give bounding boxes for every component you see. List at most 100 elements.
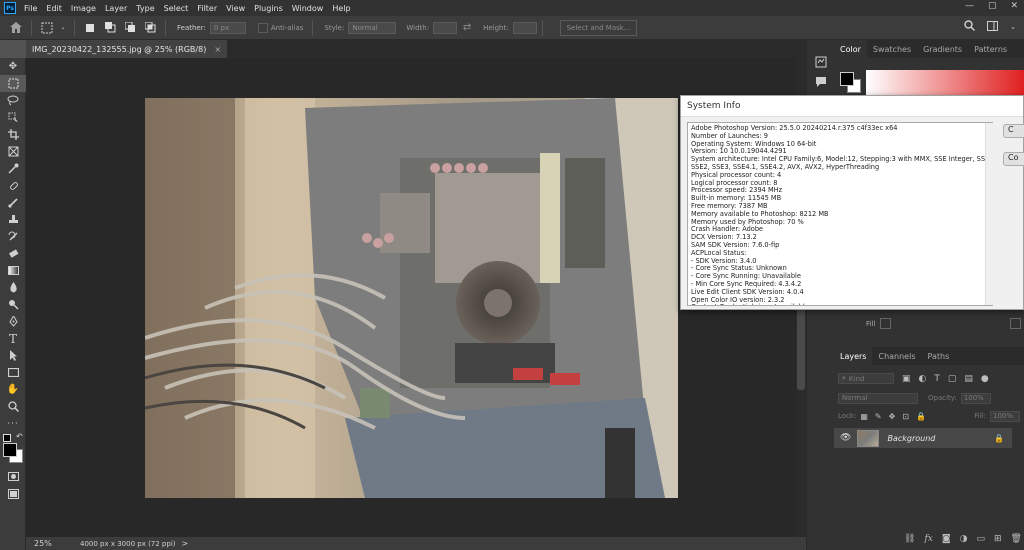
- properties-stroke-swatch[interactable]: [1010, 318, 1021, 329]
- lock-artboard-icon[interactable]: ⊡: [902, 412, 909, 421]
- workspace-icon[interactable]: [987, 20, 999, 34]
- move-tool-icon[interactable]: ✥: [0, 58, 26, 75]
- adjustment-layer-icon[interactable]: ◑: [960, 534, 968, 544]
- marquee-tool-icon[interactable]: [0, 75, 26, 92]
- home-icon[interactable]: [8, 20, 24, 36]
- tab-gradients[interactable]: Gradients: [917, 40, 968, 58]
- marquee-preset-icon[interactable]: [39, 20, 55, 36]
- tab-channels[interactable]: Channels: [872, 347, 921, 365]
- default-colors-icon[interactable]: [3, 434, 11, 442]
- tab-layers[interactable]: Layers: [834, 347, 873, 365]
- swap-icon[interactable]: ⇄: [459, 20, 475, 36]
- link-layers-icon[interactable]: ⛓: [904, 534, 915, 544]
- feather-input[interactable]: 0 px: [209, 21, 246, 34]
- filter-toggle-icon[interactable]: ●: [981, 374, 989, 384]
- quick-mask-icon[interactable]: [0, 468, 26, 485]
- chevron-down-icon[interactable]: ⌄: [59, 20, 67, 36]
- menu-edit[interactable]: Edit: [46, 4, 62, 13]
- chevron-down-icon[interactable]: ⌄: [1010, 23, 1016, 31]
- intersect-selection-icon[interactable]: [142, 20, 158, 36]
- layer-name[interactable]: Background: [887, 434, 935, 443]
- screen-mode-icon[interactable]: [0, 485, 26, 502]
- tab-swatches[interactable]: Swatches: [867, 40, 917, 58]
- close-icon[interactable]: ✕: [1010, 1, 1018, 11]
- rectangle-tool-icon[interactable]: [0, 364, 26, 381]
- blend-mode-select[interactable]: Normal: [838, 392, 918, 404]
- menu-layer[interactable]: Layer: [105, 4, 127, 13]
- color-panel-swatch-fg[interactable]: [840, 72, 854, 86]
- gradient-tool-icon[interactable]: [0, 262, 26, 279]
- add-selection-icon[interactable]: [102, 20, 118, 36]
- clone-stamp-tool-icon[interactable]: [0, 211, 26, 228]
- select-and-mask-button[interactable]: Select and Mask...: [559, 19, 638, 36]
- system-info-scrollbar[interactable]: [985, 123, 993, 305]
- menu-filter[interactable]: Filter: [197, 4, 217, 13]
- comments-panel-icon[interactable]: [815, 76, 827, 90]
- menu-type[interactable]: Type: [136, 4, 154, 13]
- maximize-icon[interactable]: ▢: [988, 1, 997, 11]
- shape-filter-icon[interactable]: ▢: [948, 374, 957, 384]
- opacity-input[interactable]: 100%: [960, 392, 991, 404]
- lock-transparent-icon[interactable]: ▦: [860, 412, 868, 421]
- history-panel-icon[interactable]: [815, 56, 827, 70]
- document-image[interactable]: [145, 98, 678, 498]
- add-mask-icon[interactable]: ◙: [942, 534, 951, 544]
- lock-pixels-icon[interactable]: ✎: [875, 412, 882, 421]
- adjustment-filter-icon[interactable]: ◐: [919, 374, 927, 384]
- menu-window[interactable]: Window: [292, 4, 324, 13]
- frame-tool-icon[interactable]: [0, 143, 26, 160]
- delete-layer-icon[interactable]: 🗑: [1011, 534, 1022, 544]
- brush-tool-icon[interactable]: [0, 194, 26, 211]
- menu-select[interactable]: Select: [164, 4, 189, 13]
- lasso-tool-icon[interactable]: [0, 92, 26, 109]
- search-icon[interactable]: [964, 20, 976, 34]
- fill-input[interactable]: 100%: [990, 410, 1020, 422]
- menu-plugins[interactable]: Plugins: [254, 4, 283, 13]
- width-input[interactable]: [433, 21, 458, 34]
- new-layer-icon[interactable]: ⊞: [994, 534, 1002, 544]
- eyedropper-tool-icon[interactable]: [0, 160, 26, 177]
- anti-alias-checkbox[interactable]: [257, 22, 268, 33]
- subtract-selection-icon[interactable]: [122, 20, 138, 36]
- object-selection-tool-icon[interactable]: [0, 109, 26, 126]
- blur-tool-icon[interactable]: [0, 279, 26, 296]
- eraser-tool-icon[interactable]: [0, 245, 26, 262]
- foreground-color-swatch[interactable]: [3, 443, 17, 457]
- healing-brush-tool-icon[interactable]: [0, 177, 26, 194]
- layer-kind-select[interactable]: ⌕ Kind: [838, 373, 894, 384]
- menu-image[interactable]: Image: [71, 4, 96, 13]
- smart-object-filter-icon[interactable]: ▤: [964, 374, 973, 384]
- type-filter-icon[interactable]: T: [934, 374, 940, 384]
- close-tab-icon[interactable]: ×: [214, 45, 221, 54]
- tab-color[interactable]: Color: [834, 40, 867, 58]
- color-spectrum[interactable]: [866, 70, 1024, 96]
- properties-fill-swatch[interactable]: [880, 318, 891, 329]
- system-info-textarea[interactable]: Adobe Photoshop Version: 25.5.0 20240214…: [687, 122, 993, 306]
- tab-patterns[interactable]: Patterns: [968, 40, 1013, 58]
- zoom-tool-icon[interactable]: [0, 398, 26, 415]
- lock-all-icon[interactable]: 🔒: [916, 412, 926, 421]
- eye-visibility-icon[interactable]: 👁: [840, 433, 851, 443]
- menu-view[interactable]: View: [226, 4, 245, 13]
- history-brush-tool-icon[interactable]: [0, 228, 26, 245]
- hand-tool-icon[interactable]: ✋: [0, 381, 26, 398]
- pen-tool-icon[interactable]: [0, 313, 26, 330]
- menu-help[interactable]: Help: [332, 4, 350, 13]
- more-tools-icon[interactable]: ···: [0, 415, 26, 432]
- style-select[interactable]: Normal: [348, 21, 397, 34]
- layer-row-background[interactable]: 👁 Background 🔒: [834, 428, 1012, 448]
- menu-file[interactable]: File: [24, 4, 37, 13]
- status-arrow-icon[interactable]: >: [182, 539, 189, 548]
- pixel-filter-icon[interactable]: ▣: [902, 374, 911, 384]
- path-selection-tool-icon[interactable]: [0, 347, 26, 364]
- copy-button[interactable]: C: [1003, 124, 1024, 138]
- height-input[interactable]: [512, 21, 537, 34]
- zoom-level[interactable]: 25%: [34, 539, 80, 548]
- minimize-icon[interactable]: —: [965, 1, 974, 11]
- lock-position-icon[interactable]: ✥: [889, 412, 896, 421]
- type-tool-icon[interactable]: T: [0, 330, 26, 347]
- crop-tool-icon[interactable]: [0, 126, 26, 143]
- new-selection-icon[interactable]: [82, 20, 98, 36]
- tab-paths[interactable]: Paths: [922, 347, 956, 365]
- document-tab[interactable]: IMG_20230422_132555.jpg @ 25% (RGB/8) ×: [26, 40, 228, 58]
